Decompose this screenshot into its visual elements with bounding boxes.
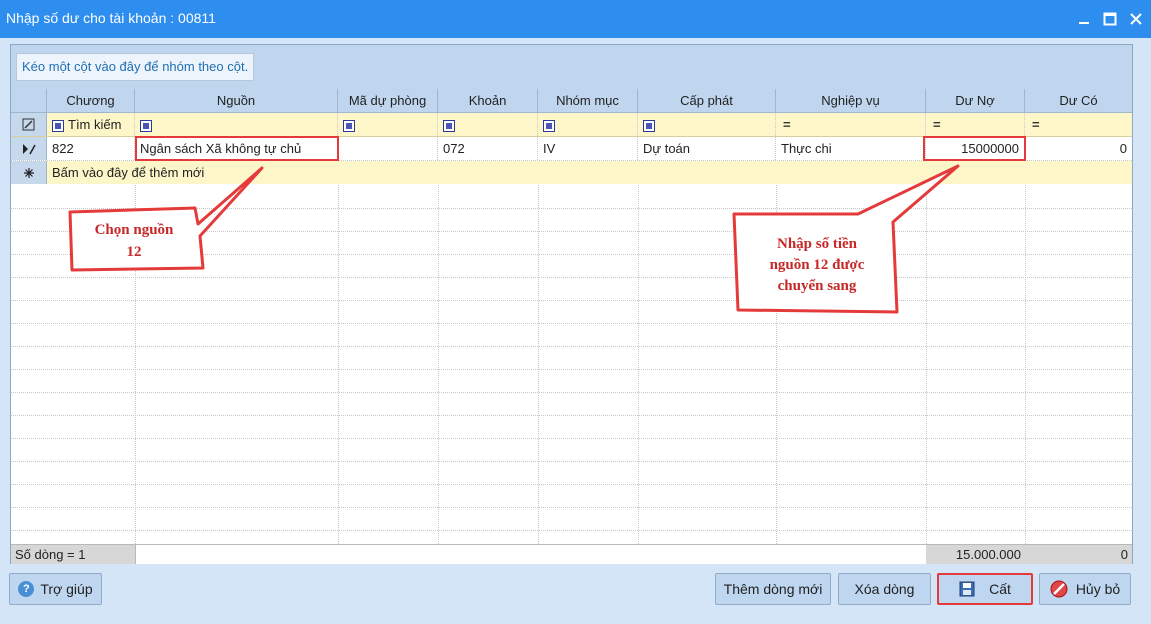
new-row-asterisk-icon [11, 161, 47, 184]
filter-operator-icon[interactable] [140, 119, 152, 132]
cell-du-co[interactable]: 0 [1025, 137, 1132, 160]
header-indicator [11, 89, 47, 112]
col-ma-du-phong[interactable]: Mã dự phòng [338, 89, 438, 112]
window-title: Nhập số dư cho tài khoản : 00811 [6, 10, 216, 26]
group-hint: Kéo một cột vào đây để nhóm theo cột. [16, 53, 255, 81]
row-editing-icon [11, 137, 47, 160]
save-label: Cất [989, 581, 1011, 597]
filter-du-no[interactable]: = [926, 113, 1025, 136]
col-du-co[interactable]: Dư Có [1025, 89, 1132, 112]
filter-ma-du-phong[interactable] [338, 113, 438, 136]
cancel-label: Hủy bỏ [1075, 581, 1121, 597]
filter-operator-icon[interactable] [52, 119, 64, 132]
highlight-du-no [923, 136, 1026, 161]
new-row-hint[interactable]: Bấm vào đây để thêm mới [47, 161, 347, 184]
filter-operator-icon[interactable] [543, 119, 555, 132]
total-du-no: 15.000.000 [926, 545, 1025, 564]
group-panel[interactable]: Kéo một cột vào đây để nhóm theo cột. [11, 45, 1132, 89]
cell-nhom-muc[interactable]: IV [538, 137, 638, 160]
filter-chuong[interactable]: Tìm kiếm [47, 113, 135, 136]
filter-equals-icon[interactable]: = [933, 117, 941, 132]
title-bar: Nhập số dư cho tài khoản : 00811 [0, 0, 1151, 38]
maximize-icon[interactable] [1099, 8, 1121, 30]
filter-operator-icon[interactable] [643, 119, 655, 132]
filter-khoan[interactable] [438, 113, 538, 136]
col-nguon[interactable]: Nguồn [135, 89, 338, 112]
filter-nguon[interactable] [135, 113, 338, 136]
filter-operator-icon[interactable] [443, 119, 455, 132]
cell-chuong[interactable]: 822 [47, 137, 135, 160]
filter-nhom-muc[interactable] [538, 113, 638, 136]
cell-khoan[interactable]: 072 [438, 137, 538, 160]
total-du-co: 0 [1025, 545, 1132, 564]
cell-ma-du-phong[interactable] [338, 137, 438, 160]
filter-operator-icon[interactable] [343, 119, 355, 132]
filter-edit-icon[interactable] [11, 113, 47, 136]
add-row-button[interactable]: Thêm dòng mới [715, 573, 831, 605]
footer-blank [135, 545, 926, 564]
minimize-icon[interactable] [1073, 8, 1095, 30]
col-chuong[interactable]: Chương [47, 89, 135, 112]
dialog-body: Kéo một cột vào đây để nhóm theo cột. Ch… [0, 38, 1151, 624]
new-row[interactable]: Bấm vào đây để thêm mới [11, 161, 1132, 184]
col-nghiep-vu[interactable]: Nghiệp vụ [776, 89, 926, 112]
filter-du-co[interactable]: = [1025, 113, 1132, 136]
filter-equals-icon[interactable]: = [783, 117, 791, 132]
highlight-nguon [135, 136, 339, 161]
help-button[interactable]: ? Trợ giúp [9, 573, 102, 605]
help-label: Trợ giúp [40, 581, 93, 597]
filter-cap-phat[interactable] [638, 113, 776, 136]
col-khoan[interactable]: Khoản [438, 89, 538, 112]
help-icon: ? [18, 581, 35, 597]
filter-equals-icon[interactable]: = [1032, 117, 1040, 132]
filter-row: Tìm kiếm = = = [11, 113, 1132, 137]
floppy-disk-icon [959, 581, 975, 597]
cell-cap-phat[interactable]: Dự toán [638, 137, 776, 160]
close-icon[interactable] [1125, 8, 1147, 30]
filter-search-label: Tìm kiếm [68, 117, 122, 132]
grid-header: Chương Nguồn Mã dự phòng Khoản Nhóm mục … [11, 89, 1132, 113]
row-count: Số dòng = 1 [11, 545, 135, 564]
cell-nghiep-vu[interactable]: Thực chi [776, 137, 926, 160]
filter-nghiep-vu[interactable]: = [776, 113, 926, 136]
delete-row-button[interactable]: Xóa dòng [838, 573, 931, 605]
col-nhom-muc[interactable]: Nhóm mục [538, 89, 638, 112]
cancel-icon [1050, 580, 1068, 598]
cancel-button[interactable]: Hủy bỏ [1039, 573, 1131, 605]
col-cap-phat[interactable]: Cấp phát [638, 89, 776, 112]
col-du-no[interactable]: Dư Nợ [926, 89, 1025, 112]
save-button[interactable]: Cất [937, 573, 1033, 605]
data-grid: Kéo một cột vào đây để nhóm theo cột. Ch… [10, 44, 1133, 564]
grid-footer: Số dòng = 1 15.000.000 0 [11, 544, 1132, 564]
